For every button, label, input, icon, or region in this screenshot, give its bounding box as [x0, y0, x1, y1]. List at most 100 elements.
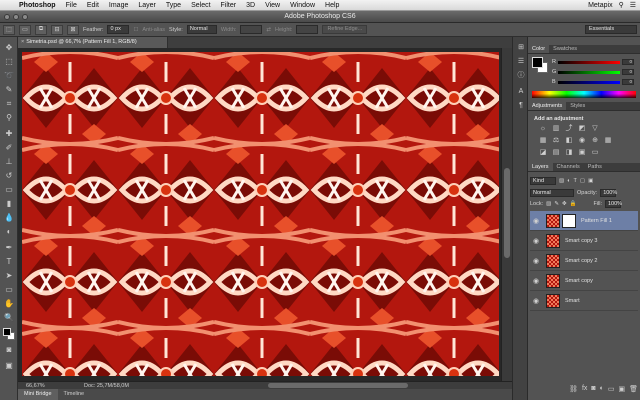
filter-type-icon[interactable]: T — [574, 178, 577, 184]
zoom-tool-icon[interactable]: 🔍 — [3, 313, 15, 323]
menu-file[interactable]: File — [61, 2, 82, 9]
green-slider[interactable]: G 0 — [552, 69, 638, 75]
visibility-eye-icon[interactable]: ◉ — [530, 297, 542, 305]
new-layer-icon[interactable]: ▣ — [618, 385, 625, 394]
color-foreground-swatch[interactable] — [532, 57, 543, 68]
invert-icon[interactable]: ◪ — [538, 148, 548, 157]
channel-mixer-icon[interactable]: ⊕ — [590, 136, 600, 145]
info-panel-icon[interactable]: ⓘ — [516, 71, 526, 80]
lock-transparent-icon[interactable]: ▨ — [546, 201, 551, 207]
visibility-eye-icon[interactable]: ◉ — [530, 237, 542, 245]
eraser-tool-icon[interactable]: ▭ — [3, 185, 15, 195]
filter-pixel-icon[interactable]: ▨ — [559, 178, 564, 184]
visibility-eye-icon[interactable]: ◉ — [530, 277, 542, 285]
black-white-icon[interactable]: ◧ — [564, 136, 574, 145]
visibility-eye-icon[interactable]: ◉ — [530, 217, 542, 225]
blur-tool-icon[interactable]: 💧 — [3, 213, 15, 223]
history-panel-icon[interactable]: ⊞ — [516, 43, 526, 52]
vertical-scroll-thumb[interactable] — [504, 168, 510, 258]
style-select[interactable]: Normal — [186, 25, 217, 34]
filter-shape-icon[interactable]: ▢ — [580, 178, 585, 184]
path-select-tool-icon[interactable]: ➤ — [3, 271, 15, 281]
marquee-preset-icon[interactable]: ⬚ — [3, 24, 15, 35]
menu-window[interactable]: Window — [285, 2, 320, 9]
tab-channels[interactable]: Channels — [553, 163, 584, 171]
history-brush-tool-icon[interactable]: ↺ — [3, 171, 15, 181]
stamp-tool-icon[interactable]: ⊥ — [3, 157, 15, 167]
color-lookup-icon[interactable]: ▦ — [603, 136, 613, 145]
vibrance-icon[interactable]: ▽ — [590, 124, 600, 133]
new-selection-icon[interactable]: ▭ — [19, 24, 31, 35]
vertical-scrollbar[interactable] — [501, 48, 512, 381]
filter-smart-icon[interactable]: ▣ — [588, 178, 593, 184]
posterize-icon[interactable]: ▤ — [551, 148, 561, 157]
list-icon[interactable]: ☰ — [630, 1, 636, 9]
foreground-color-swatch[interactable] — [3, 328, 11, 336]
dodge-tool-icon[interactable]: ◐ — [3, 227, 15, 237]
add-selection-icon[interactable]: ⧉ — [35, 24, 47, 35]
screen-mode-icon[interactable]: ▣ — [3, 361, 15, 371]
filter-kind-select[interactable]: Kind — [530, 176, 556, 185]
layer-name[interactable]: Smart copy 2 — [565, 258, 597, 264]
tab-adjustments[interactable]: Adjustments — [528, 102, 567, 110]
zoom-window-icon[interactable] — [22, 14, 28, 20]
delete-layer-icon[interactable]: 🗑 — [629, 385, 638, 394]
menu-layer[interactable]: Layer — [133, 2, 161, 9]
layer-name[interactable]: Smart copy — [565, 278, 593, 284]
menu-image[interactable]: Image — [104, 2, 133, 9]
brush-tool-icon[interactable]: ✐ — [3, 143, 15, 153]
swap-icon[interactable]: ⇄ — [266, 27, 271, 33]
feather-input[interactable]: 0 px — [107, 25, 130, 34]
paragraph-panel-icon[interactable]: ¶ — [516, 101, 526, 110]
hue-saturation-icon[interactable]: ▦ — [538, 136, 548, 145]
tab-color[interactable]: Color — [528, 45, 550, 53]
layer-smart-copy-2[interactable]: ◉ Smart copy 2 — [530, 251, 638, 271]
tab-layers[interactable]: Layers — [528, 163, 553, 171]
menu-photoshop[interactable]: Photoshop — [14, 2, 61, 9]
color-balance-icon[interactable]: ⚖ — [551, 136, 561, 145]
horizontal-scrollbar[interactable] — [268, 383, 408, 388]
add-mask-icon[interactable]: ◙ — [591, 385, 595, 394]
layer-name[interactable]: Pattern Fill 1 — [581, 218, 612, 224]
tab-mini-bridge[interactable]: Mini Bridge — [18, 389, 58, 400]
levels-icon[interactable]: ▥ — [551, 124, 561, 133]
blue-slider[interactable]: B 0 — [552, 79, 638, 85]
tab-timeline[interactable]: Timeline — [58, 389, 91, 400]
new-group-icon[interactable]: ▭ — [608, 385, 615, 394]
menu-type[interactable]: Type — [161, 2, 186, 9]
curves-icon[interactable]: ⤴ — [564, 124, 574, 133]
menu-view[interactable]: View — [260, 2, 285, 9]
properties-panel-icon[interactable]: ☰ — [516, 57, 526, 66]
intersect-selection-icon[interactable]: ⊠ — [67, 24, 79, 35]
menu-select[interactable]: Select — [186, 2, 215, 9]
layer-name[interactable]: Smart copy 3 — [565, 238, 597, 244]
healing-tool-icon[interactable]: ✚ — [3, 129, 15, 139]
new-adjustment-icon[interactable]: ◐ — [600, 385, 604, 394]
brightness-icon[interactable]: ☼ — [538, 124, 548, 133]
red-value[interactable]: 0 — [622, 59, 634, 65]
quick-mask-icon[interactable]: ◙ — [3, 345, 15, 355]
crop-tool-icon[interactable]: ⌗ — [3, 99, 15, 109]
hand-tool-icon[interactable]: ✋ — [3, 299, 15, 309]
menu-help[interactable]: Help — [320, 2, 344, 9]
move-tool-icon[interactable]: ✥ — [3, 43, 15, 53]
layer-smart-copy[interactable]: ◉ Smart copy — [530, 271, 638, 291]
photo-filter-icon[interactable]: ◉ — [577, 136, 587, 145]
antialias-checkbox[interactable]: ☐ — [133, 27, 138, 33]
user-name[interactable]: Metapix — [588, 2, 613, 9]
exposure-icon[interactable]: ◩ — [577, 124, 587, 133]
layer-mask-thumbnail[interactable] — [562, 213, 576, 228]
lock-all-icon[interactable]: 🔒 — [570, 201, 577, 207]
menu-3d[interactable]: 3D — [241, 2, 260, 9]
layer-name[interactable]: Smart — [565, 298, 580, 304]
blue-value[interactable]: 0 — [622, 79, 634, 85]
refine-edge-button[interactable]: Refine Edge... — [322, 25, 368, 34]
gradient-map-icon[interactable]: ▭ — [590, 148, 600, 157]
fill-input[interactable]: 100% — [605, 199, 622, 208]
width-input[interactable] — [240, 25, 263, 34]
close-window-icon[interactable] — [4, 14, 10, 20]
layer-smart[interactable]: ◉ Smart — [530, 291, 638, 311]
green-value[interactable]: 0 — [622, 69, 634, 75]
layer-pattern-fill-1[interactable]: ◉ Pattern Fill 1 — [530, 211, 638, 231]
shape-tool-icon[interactable]: ▭ — [3, 285, 15, 295]
